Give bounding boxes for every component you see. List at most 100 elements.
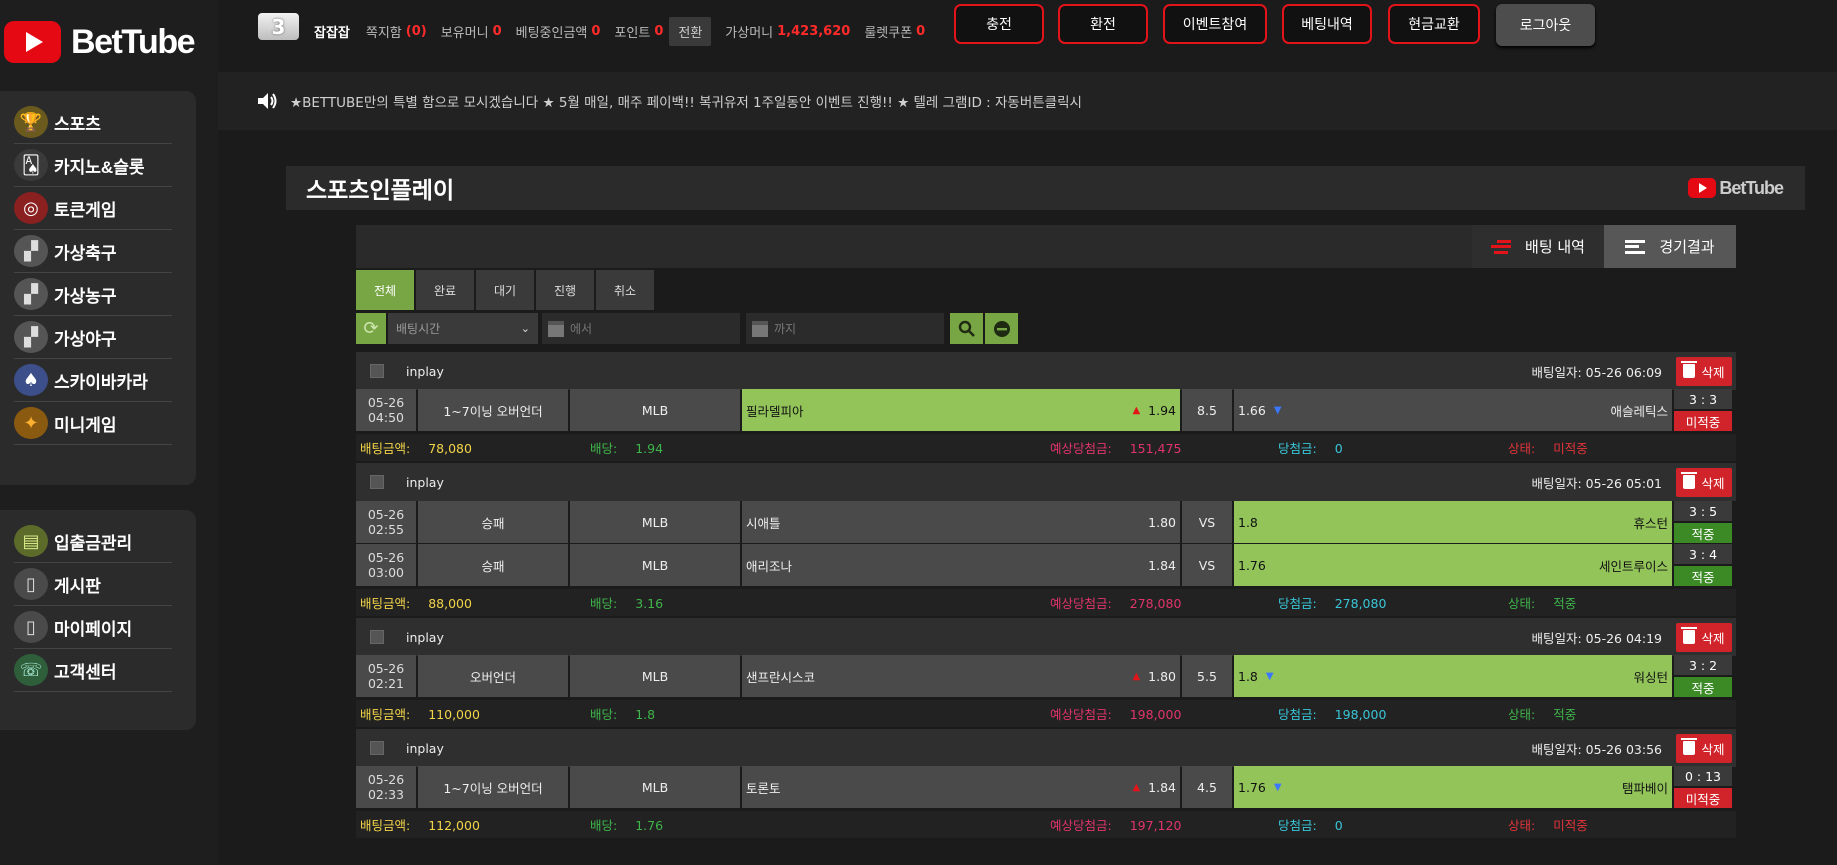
messages-link[interactable]: 쪽지함 (366, 22, 402, 41)
bet-date: 배팅일자: 05-26 06:09 (1531, 364, 1662, 380)
expected-win: 예상당첨금: 197,120 (1050, 815, 1181, 834)
cash-exchange-button[interactable]: 현금교환 (1388, 4, 1480, 44)
delete-button[interactable]: 삭제 (1676, 622, 1732, 652)
score: 3 : 4 (1674, 544, 1732, 564)
bet-type: 오버언더 (418, 655, 568, 697)
refresh-button[interactable]: ⟳ (356, 313, 386, 344)
away-team: 탬파베이 (1621, 780, 1668, 796)
game-time: 02:55 (367, 522, 405, 537)
bet-amount: 배팅금액: 110,000 (360, 704, 480, 723)
slip-status: 상태: 미적중 (1508, 815, 1588, 834)
bet-slip-header: inplay 배팅일자: 05-26 06:09 삭제 (356, 352, 1736, 390)
away-team-cell: 1.66 ▼ 애슬레틱스 (1234, 389, 1672, 431)
event-button[interactable]: 이벤트참여 (1163, 4, 1267, 44)
label: 예상당첨금: (1050, 707, 1112, 722)
arrow-down-icon: ▼ (1273, 781, 1282, 793)
value: 112,000 (428, 818, 480, 833)
speaker-icon (258, 93, 277, 109)
win-amount: 당첨금: 278,080 (1278, 593, 1386, 612)
arrow-down-icon: ▼ (1273, 404, 1282, 416)
handicap: 8.5 (1182, 389, 1232, 431)
trash-icon (1681, 738, 1698, 755)
home-odds: 1.84 (1148, 557, 1176, 573)
betting-amount-value: 0 (591, 24, 601, 39)
bettube-logo[interactable]: BetTube (4, 18, 195, 66)
value: 0 (1334, 818, 1343, 833)
sidebar-item-support[interactable]: ☏ 고객센터 (14, 649, 172, 692)
messages-count: (0) (405, 24, 427, 39)
filter-waiting[interactable]: 대기 (476, 270, 534, 310)
game-time: 02:33 (367, 787, 405, 802)
date-from-input[interactable]: 에서 (542, 313, 740, 344)
sidebar-item-board[interactable]: ▯ 게시판 (14, 563, 172, 606)
label: 상태: (1508, 441, 1536, 456)
sidebar-item-sports[interactable]: 🏆 스포츠 (14, 101, 172, 144)
status-badge: 적중 (1674, 566, 1732, 586)
search-button[interactable] (950, 313, 983, 344)
slip-tag: inplay (406, 474, 444, 490)
delete-button[interactable]: 삭제 (1676, 733, 1732, 763)
bet-slip-header: inplay 배팅일자: 05-26 05:01 삭제 (356, 463, 1736, 501)
value: 적중 (1553, 596, 1577, 611)
sidebar-item-virtual-baseball[interactable]: ▞ 가상야구 (14, 316, 172, 359)
bet-history-button[interactable]: 베팅내역 (1282, 4, 1372, 44)
delete-button[interactable]: 삭제 (1676, 467, 1732, 497)
sidebar-item-mypage[interactable]: ▯ 마이페이지 (14, 606, 172, 649)
handicap: VS (1182, 544, 1232, 586)
account-menu: ▤ 입출금관리 ▯ 게시판 ▯ 마이페이지 ☏ 고객센터 (0, 510, 196, 730)
select-checkbox[interactable] (370, 741, 384, 755)
sidebar-item-deposit-withdraw[interactable]: ▤ 입출금관리 (14, 520, 172, 563)
logout-button[interactable]: 로그아웃 (1496, 4, 1595, 46)
label: 배팅금액: (360, 707, 411, 722)
play-icon (4, 21, 62, 63)
game-row: 05-26 02:33 1~7이닝 오버언더 MLB 토론토 ▲ 1.84 4.5… (356, 766, 1736, 808)
view-tabs: 배팅 내역 경기결과 (356, 225, 1736, 268)
result-cell: 3 : 4 적중 (1674, 544, 1732, 586)
charge-button[interactable]: 충전 (954, 4, 1044, 44)
clear-button[interactable] (985, 313, 1018, 344)
game-datetime: 05-26 02:33 (356, 766, 416, 808)
user-info: 잡잡잡 쪽지함 (0) 보유머니 0 베팅중인금액 0 포인트 0 전환 가상머… (314, 17, 939, 46)
home-team: 필라델피아 (746, 403, 804, 419)
away-team-cell: 1.76 ▼ 탬파베이 (1234, 766, 1672, 808)
away-team: 휴스턴 (1633, 515, 1668, 531)
bet-slip-footer: 배팅금액: 110,000 배당: 1.8 예상당첨금: 198,000 당첨금: 19… (356, 700, 1736, 727)
tab-bet-history[interactable]: 배팅 내역 (1472, 225, 1604, 268)
select-checkbox[interactable] (370, 475, 384, 489)
convert-button[interactable]: 전환 (669, 17, 712, 46)
sidebar-item-label: 가상농구 (54, 286, 117, 306)
filter-cancel[interactable]: 취소 (596, 270, 654, 310)
delete-button[interactable]: 삭제 (1676, 356, 1732, 386)
virtual-money-label: 가상머니 (725, 26, 774, 41)
label: 당첨금: (1278, 441, 1317, 456)
filter-progress[interactable]: 진행 (536, 270, 594, 310)
bet-amount: 배팅금액: 88,000 (360, 593, 472, 612)
sidebar-item-virtual-basketball[interactable]: ▞ 가상농구 (14, 273, 172, 316)
sidebar-item-label: 미니게임 (54, 415, 117, 435)
filter-all[interactable]: 전체 (356, 270, 414, 310)
sidebar-item-minigame[interactable]: ✦ 미니게임 (14, 402, 172, 445)
points-value: 0 (654, 24, 664, 39)
game-time: 04:50 (367, 410, 405, 425)
sidebar-item-sky-baccarat[interactable]: ♠ 스카이바카라 (14, 359, 172, 402)
slip-tag: inplay (406, 740, 444, 756)
time-select-value: 배팅시간 (396, 322, 441, 336)
sidebar-item-virtual-soccer[interactable]: ▞ 가상축구 (14, 230, 172, 273)
result-cell: 0 : 13 미적중 (1674, 766, 1732, 808)
sidebar-item-casino[interactable]: 🂡 카지노&슬롯 (14, 144, 172, 187)
exchange-button[interactable]: 환전 (1058, 4, 1148, 44)
date-to-input[interactable]: 까지 (746, 313, 944, 344)
result-cell: 3 : 3 미적중 (1674, 389, 1732, 431)
trash-icon (1681, 627, 1698, 644)
time-select[interactable]: 배팅시간 ⌄ (388, 313, 538, 344)
label: 배당: (590, 441, 618, 456)
slip-status: 상태: 미적중 (1508, 438, 1588, 457)
select-checkbox[interactable] (370, 364, 384, 378)
date-to-placeholder: 까지 (774, 322, 797, 336)
sidebar-item-token-game[interactable]: ◎ 토큰게임 (14, 187, 172, 230)
filter-complete[interactable]: 완료 (416, 270, 474, 310)
tab-game-result[interactable]: 경기결과 (1604, 225, 1736, 268)
select-checkbox[interactable] (370, 630, 384, 644)
bet-type: 승패 (418, 544, 568, 586)
calendar-icon (548, 320, 564, 337)
